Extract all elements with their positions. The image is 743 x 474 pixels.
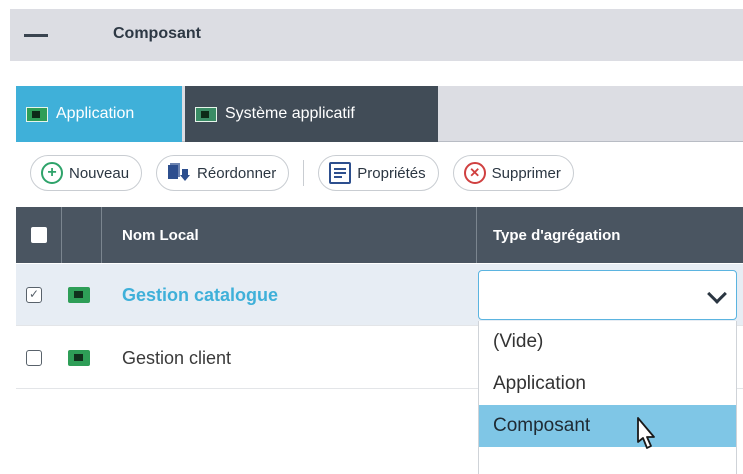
row-name-link[interactable]: Gestion catalogue: [122, 285, 278, 306]
reorder-button-label: Réordonner: [197, 164, 277, 182]
reorder-button[interactable]: Réordonner: [156, 155, 290, 191]
tab-systeme-applicatif[interactable]: Système applicatif: [185, 86, 438, 142]
collapse-icon[interactable]: [24, 34, 48, 37]
toolbar-divider: [303, 160, 305, 186]
new-button-label: Nouveau: [69, 164, 130, 182]
application-icon: [26, 106, 48, 122]
plus-circle-icon: +: [41, 162, 63, 184]
delete-button[interactable]: ✕ Supprimer: [452, 155, 574, 191]
tab-label: Système applicatif: [225, 105, 355, 122]
properties-button-label: Propriétés: [357, 164, 426, 182]
delete-button-label: Supprimer: [491, 164, 561, 182]
option-vide[interactable]: (Vide): [479, 321, 736, 363]
select-all-checkbox-cell[interactable]: [16, 207, 62, 263]
mouse-cursor-icon: [637, 417, 655, 449]
section-title: Composant: [113, 25, 201, 42]
aggregation-type-select[interactable]: [478, 270, 737, 320]
properties-button[interactable]: Propriétés: [318, 155, 439, 191]
icon-column-header: [62, 207, 102, 263]
application-system-icon: [195, 106, 217, 122]
tab-application[interactable]: Application: [16, 86, 182, 142]
option-application[interactable]: Application: [479, 363, 736, 405]
chevron-down-icon[interactable]: [707, 284, 727, 304]
application-icon: [68, 350, 90, 366]
option-composant[interactable]: Composant: [479, 405, 736, 447]
toolbar: + Nouveau Réordonner Propriétés ✕ Suppri…: [30, 155, 588, 191]
row-checkbox[interactable]: [26, 350, 42, 366]
properties-icon: [329, 162, 352, 184]
column-header-name[interactable]: Nom Local: [102, 207, 477, 263]
column-header-type[interactable]: Type d'agrégation: [477, 207, 737, 263]
tab-bar: Application Système applicatif: [16, 86, 743, 142]
row-checkbox[interactable]: ✓: [26, 287, 42, 303]
row-name[interactable]: Gestion client: [122, 348, 231, 369]
application-icon: [68, 287, 90, 303]
grid-header: Nom Local Type d'agrégation: [16, 207, 743, 263]
close-circle-icon: ✕: [463, 162, 486, 184]
section-header[interactable]: Composant: [10, 9, 743, 61]
reorder-icon: [167, 163, 191, 183]
tab-label: Application: [56, 105, 135, 122]
select-all-checkbox[interactable]: [30, 227, 47, 243]
new-button[interactable]: + Nouveau: [30, 155, 143, 191]
aggregation-type-dropdown: (Vide) Application Composant: [478, 321, 737, 474]
